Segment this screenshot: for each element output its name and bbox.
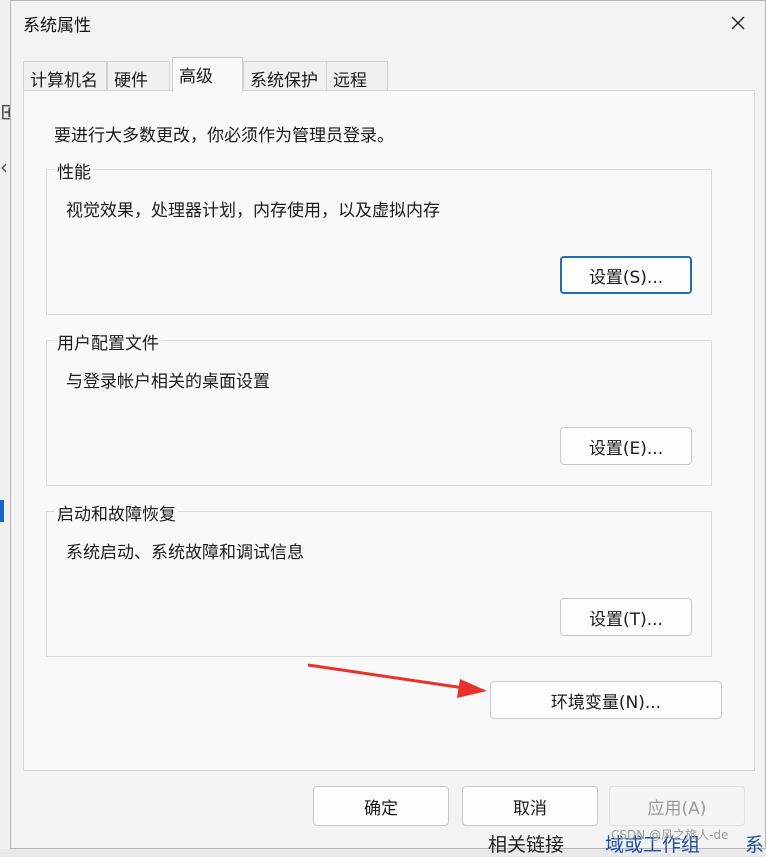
background-window-left	[0, 0, 10, 849]
tab-system-protection[interactable]: 系统保护	[243, 61, 327, 91]
ok-button[interactable]: 确定	[313, 786, 449, 826]
system-properties-dialog: 系统属性 计算机名 硬件 高级 系统保护 远程 要进行大多数更改，你必须作为管理…	[10, 0, 766, 849]
background-back-icon: ‹	[0, 155, 8, 179]
advanced-tab-panel: 要进行大多数更改，你必须作为管理员登录。 性能 视觉效果，处理器计划，内存使用，…	[23, 90, 755, 771]
tab-hardware[interactable]: 硬件	[107, 61, 170, 91]
background-system-link: 系	[745, 834, 765, 856]
performance-group: 性能 视觉效果，处理器计划，内存使用，以及虚拟内存 设置(S)...	[46, 158, 712, 315]
user-profiles-group: 用户配置文件 与登录帐户相关的桌面设置 设置(E)...	[46, 329, 712, 486]
close-button[interactable]	[721, 7, 755, 39]
environment-variables-button[interactable]: 环境变量(N)...	[490, 681, 722, 719]
title-bar[interactable]: 系统属性	[11, 1, 765, 45]
window-title: 系统属性	[23, 16, 91, 36]
performance-description: 视觉效果，处理器计划，内存使用，以及虚拟内存	[66, 201, 440, 221]
watermark: CSDN @风之旅人-de	[611, 828, 729, 842]
close-icon	[731, 16, 745, 30]
startup-recovery-settings-button[interactable]: 设置(T)...	[560, 598, 692, 636]
background-related-links: 相关链接	[488, 834, 565, 856]
user-profiles-title: 用户配置文件	[55, 329, 161, 354]
tab-remote[interactable]: 远程	[326, 61, 388, 91]
performance-title: 性能	[55, 158, 93, 183]
startup-recovery-title: 启动和故障恢复	[55, 500, 178, 525]
apply-button[interactable]: 应用(A)	[609, 786, 745, 826]
user-profiles-settings-button[interactable]: 设置(E)...	[560, 427, 692, 465]
startup-recovery-group: 启动和故障恢复 系统启动、系统故障和调试信息 设置(T)...	[46, 500, 712, 657]
admin-notice: 要进行大多数更改，你必须作为管理员登录。	[54, 126, 394, 146]
background-selection-marker	[0, 500, 4, 522]
performance-settings-button[interactable]: 设置(S)...	[560, 256, 692, 294]
user-profiles-description: 与登录帐户相关的桌面设置	[66, 372, 270, 392]
tab-advanced[interactable]: 高级	[172, 57, 243, 92]
cancel-button[interactable]: 取消	[462, 786, 598, 826]
tab-computer-name[interactable]: 计算机名	[23, 61, 107, 91]
startup-recovery-description: 系统启动、系统故障和调试信息	[66, 543, 304, 563]
